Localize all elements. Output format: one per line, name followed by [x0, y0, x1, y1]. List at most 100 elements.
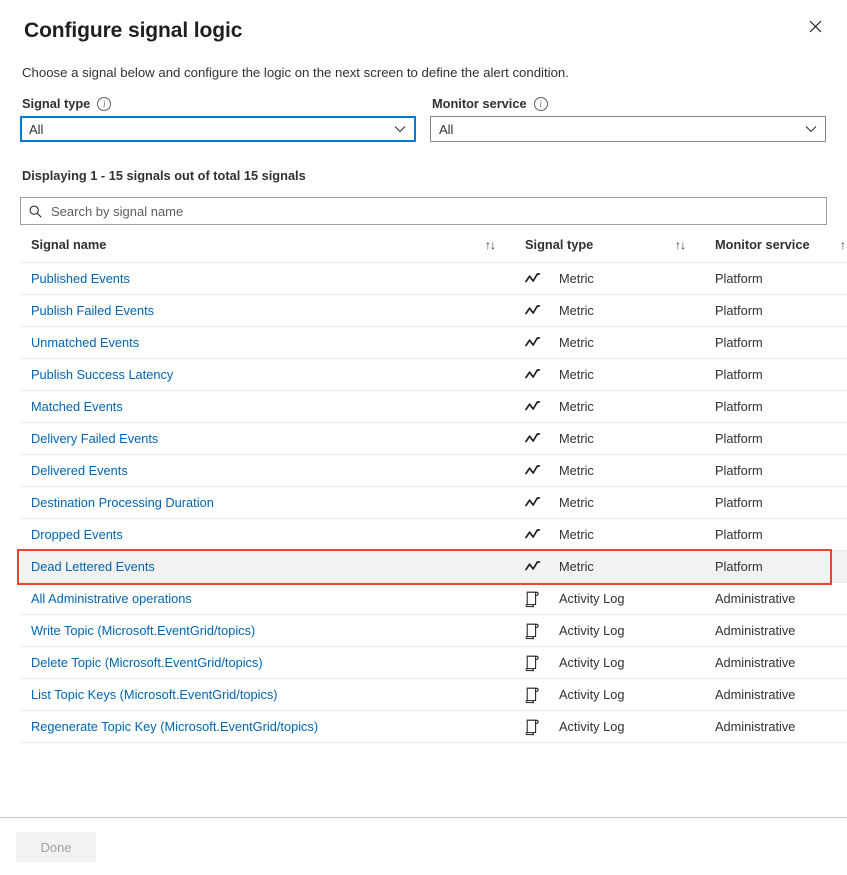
signal-type-icon-wrap — [525, 304, 547, 317]
signal-name-cell: All Administrative operations — [20, 583, 485, 615]
done-button[interactable]: Done — [16, 832, 96, 862]
column-header-signal-name[interactable]: Signal name — [20, 231, 485, 263]
signal-name-cell: Delete Topic (Microsoft.EventGrid/topics… — [20, 647, 485, 679]
signals-table: Signal name ↑↓ Signal type ↑↓ Monitor se… — [20, 231, 847, 743]
sort-arrows-icon: ↑↓ — [675, 239, 685, 251]
metric-icon — [525, 336, 542, 349]
sort-signal-type[interactable]: ↑↓ — [675, 231, 715, 263]
signal-type-icon-wrap — [525, 590, 547, 608]
signal-name-link[interactable]: List Topic Keys (Microsoft.EventGrid/top… — [31, 687, 278, 702]
spacer-cell — [485, 263, 525, 295]
signal-type-cell: Metric — [525, 487, 715, 519]
table-row[interactable]: All Administrative operations Activity Lo… — [20, 583, 847, 615]
monitor-service-cell: Platform — [715, 551, 847, 583]
activity-log-icon — [525, 622, 540, 640]
close-button[interactable] — [799, 10, 831, 42]
signal-name-link[interactable]: Dropped Events — [31, 527, 123, 542]
signal-type-icon-wrap — [525, 336, 547, 349]
signal-name-link[interactable]: Write Topic (Microsoft.EventGrid/topics) — [31, 623, 255, 638]
signal-type-icon-wrap — [525, 622, 547, 640]
table-row[interactable]: Delivery Failed EventsMetricPlatform — [20, 423, 847, 455]
spacer-cell — [485, 455, 525, 487]
signal-name-link[interactable]: Unmatched Events — [31, 335, 139, 350]
metric-icon — [525, 432, 542, 445]
signal-type-icon-wrap — [525, 496, 547, 509]
table-row[interactable]: Regenerate Topic Key (Microsoft.EventGri… — [20, 711, 847, 743]
search-box[interactable] — [20, 197, 827, 225]
table-row[interactable]: Delivered EventsMetricPlatform — [20, 455, 847, 487]
table-row[interactable]: Matched EventsMetricPlatform — [20, 391, 847, 423]
sort-signal-name[interactable]: ↑↓ — [485, 231, 525, 263]
table-row[interactable]: Unmatched EventsMetricPlatform — [20, 327, 847, 359]
table-row[interactable]: Write Topic (Microsoft.EventGrid/topics)… — [20, 615, 847, 647]
signal-name-link[interactable]: Matched Events — [31, 399, 123, 414]
signal-name-cell: Matched Events — [20, 391, 485, 423]
monitor-service-cell: Administrative — [715, 711, 847, 743]
monitor-service-cell: Administrative — [715, 583, 847, 615]
signal-type-cell: Metric — [525, 295, 715, 327]
signal-type-dropdown[interactable]: All — [20, 116, 416, 142]
metric-icon — [525, 368, 542, 381]
signal-type-cell: Metric — [525, 327, 715, 359]
signal-name-link[interactable]: All Administrative operations — [31, 591, 192, 606]
spacer-cell — [485, 647, 525, 679]
monitor-service-cell: Administrative — [715, 615, 847, 647]
activity-log-icon — [525, 590, 540, 608]
spacer-cell — [485, 359, 525, 391]
signal-type-label: Metric — [559, 463, 594, 478]
table-row[interactable]: Delete Topic (Microsoft.EventGrid/topics… — [20, 647, 847, 679]
metric-icon — [525, 496, 542, 509]
signal-type-label: Metric — [559, 559, 594, 574]
monitor-service-dropdown[interactable]: All — [430, 116, 826, 142]
signal-type-icon-wrap — [525, 272, 547, 285]
spacer-cell — [485, 711, 525, 743]
signal-name-link[interactable]: Delivery Failed Events — [31, 431, 158, 446]
close-icon — [809, 20, 822, 33]
monitor-service-label-row: Monitor service i — [432, 96, 826, 112]
table-row[interactable]: Publish Success LatencyMetricPlatform — [20, 359, 847, 391]
signal-type-icon-wrap — [525, 560, 547, 573]
signal-type-label: Metric — [559, 335, 594, 350]
signal-type-cell: Metric — [525, 263, 715, 295]
search-input[interactable] — [49, 198, 818, 224]
table-row[interactable]: List Topic Keys (Microsoft.EventGrid/top… — [20, 679, 847, 711]
signal-name-cell: Destination Processing Duration — [20, 487, 485, 519]
column-header-signal-type[interactable]: Signal type — [525, 231, 675, 263]
info-icon[interactable]: i — [534, 97, 548, 111]
signal-name-link[interactable]: Delete Topic (Microsoft.EventGrid/topics… — [31, 655, 263, 670]
signal-type-label: Activity Log — [559, 623, 624, 638]
table-row[interactable]: Published Events MetricPlatform — [20, 263, 847, 295]
table-body: Published EventsMetricPlatformPublish Fa… — [20, 263, 847, 743]
signal-name-link[interactable]: Destination Processing Duration — [31, 495, 214, 510]
signal-type-label: Signal type — [22, 96, 90, 112]
signal-name-cell: Dead Lettered Events — [20, 551, 485, 583]
metric-icon — [525, 528, 542, 541]
monitor-service-cell: Platform — [715, 519, 847, 551]
table-row[interactable]: Publish Failed EventsMetricPlatform — [20, 295, 847, 327]
signal-name-cell: Delivered Events — [20, 455, 485, 487]
table-row[interactable]: Destination Processing DurationMetricPla… — [20, 487, 847, 519]
signal-name-link[interactable]: Published Events — [31, 271, 130, 286]
monitor-service-cell: Platform — [715, 263, 847, 295]
chevron-down-icon — [805, 125, 817, 133]
table-row[interactable]: Dead Lettered Events Metric Platform — [20, 551, 847, 583]
monitor-service-cell: Administrative — [715, 679, 847, 711]
signal-name-link[interactable]: Delivered Events — [31, 463, 128, 478]
signal-type-label: Activity Log — [559, 719, 624, 734]
metric-icon — [525, 464, 542, 477]
signal-name-link[interactable]: Publish Success Latency — [31, 367, 173, 382]
signal-type-cell: Activity Log — [525, 711, 715, 743]
column-header-signal-name-label: Signal name — [31, 237, 106, 252]
signal-name-link[interactable]: Publish Failed Events — [31, 303, 154, 318]
table-row[interactable]: Dropped Events Metric Platform — [20, 519, 847, 551]
signal-name-link[interactable]: Dead Lettered Events — [31, 559, 155, 574]
signal-name-link[interactable]: Regenerate Topic Key (Microsoft.EventGri… — [31, 719, 318, 734]
signal-type-label: Metric — [559, 495, 594, 510]
signal-type-cell: Activity Log — [525, 583, 715, 615]
spacer-cell — [485, 519, 525, 551]
signal-type-label: Metric — [559, 527, 594, 542]
signal-type-icon-wrap — [525, 718, 547, 736]
column-header-monitor-service[interactable]: Monitor service ↑↓ — [715, 231, 847, 263]
signal-type-cell: Activity Log — [525, 615, 715, 647]
info-icon[interactable]: i — [97, 97, 111, 111]
